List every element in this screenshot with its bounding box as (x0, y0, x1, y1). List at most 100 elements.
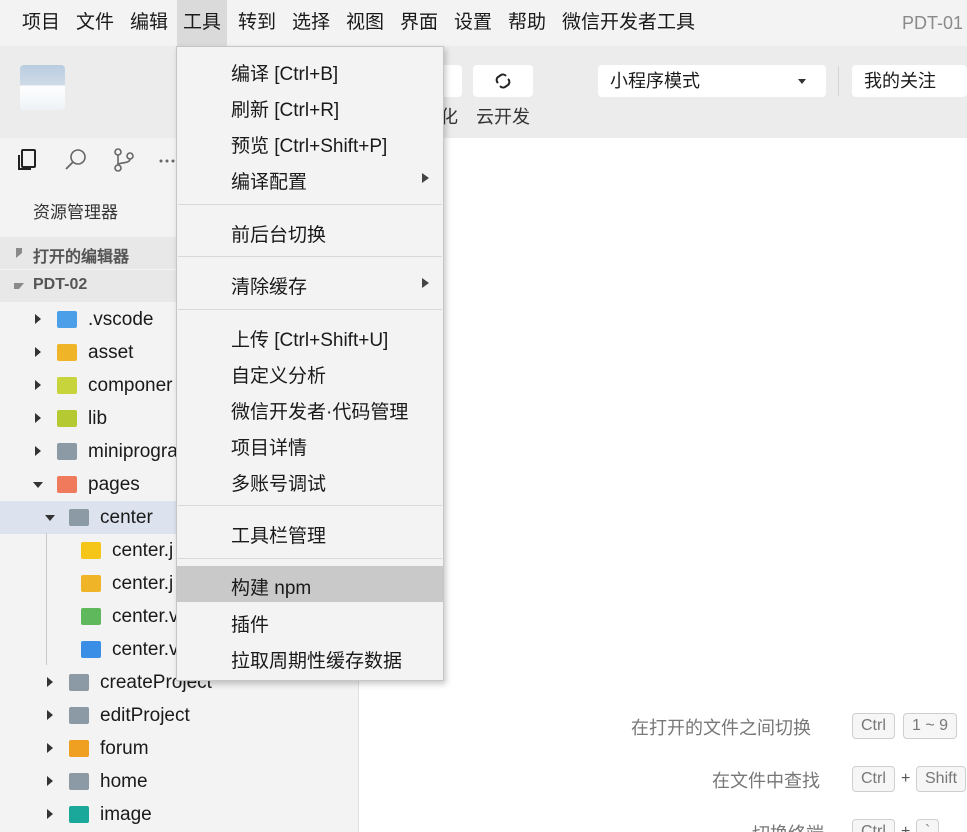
menu-item-fetch-periodic-cache[interactable]: 拉取周期性缓存数据 (177, 639, 443, 675)
app-title: PDT-01 (901, 13, 963, 33)
menu-item-project-details[interactable]: 项目详情 (177, 426, 443, 462)
menu-wechat-devtools[interactable]: 微信开发者工具 (556, 0, 701, 46)
menu-settings[interactable]: 设置 (448, 0, 498, 46)
menu-interface[interactable]: 界面 (394, 0, 444, 46)
menu-item-build-npm[interactable]: 构建 npm (177, 566, 443, 602)
menu-project[interactable]: 项目 (16, 0, 66, 46)
more-icon[interactable] (156, 146, 176, 174)
folder-icon (57, 443, 77, 460)
chevron-right-icon (16, 248, 22, 258)
avatar[interactable] (20, 65, 65, 110)
kbd-plus: + (901, 823, 911, 832)
menu-item-label: 预览 [Ctrl+Shift+P] (231, 136, 388, 157)
menu-item-label: 微信开发者·代码管理 (231, 402, 409, 423)
tree-item-label: image (100, 804, 152, 825)
menu-item-foreground-background[interactable]: 前后台切换 (177, 213, 443, 249)
menu-item-refresh[interactable]: 刷新 [Ctrl+R] (177, 88, 443, 124)
kbd-key: Shift (916, 766, 967, 792)
folder-icon (69, 707, 89, 724)
menu-item-label: 多账号调试 (231, 474, 327, 495)
menu-tools[interactable]: 工具 (177, 0, 228, 46)
mode-select-value: 小程序模式 (610, 71, 700, 91)
menu-separator (178, 558, 442, 559)
menu-file[interactable]: 文件 (70, 0, 120, 46)
chevron-right-icon (47, 809, 53, 819)
menu-goto[interactable]: 转到 (232, 0, 282, 46)
menu-item-multi-account-debug[interactable]: 多账号调试 (177, 462, 443, 498)
chevron-down-icon (45, 515, 55, 521)
chevron-right-icon (47, 743, 53, 753)
kbd-plus: + (901, 770, 911, 787)
follow-select-value: 我的关注 (864, 71, 936, 91)
follow-select[interactable]: 我的关注 (852, 65, 967, 97)
files-icon[interactable] (14, 146, 42, 174)
cloud-link-button[interactable] (473, 65, 533, 97)
menu-item-label: 自定义分析 (231, 366, 327, 387)
chevron-right-icon (35, 413, 41, 423)
menu-item-toolbar-management[interactable]: 工具栏管理 (177, 514, 443, 550)
tree-item-label: center.j (112, 573, 174, 594)
menu-item-label: 编译配置 (231, 172, 308, 193)
search-icon[interactable] (62, 146, 90, 174)
tree-item-label: forum (100, 738, 149, 759)
tree-item-home[interactable]: home (0, 765, 358, 798)
menu-item-clear-cache[interactable]: 清除缓存 (177, 265, 443, 301)
menu-item-compile[interactable]: 编译 [Ctrl+B] (177, 52, 443, 88)
hint-switch-files: 在打开的文件之间切换 (631, 718, 811, 738)
folder-icon (69, 674, 89, 691)
menu-item-custom-analysis[interactable]: 自定义分析 (177, 354, 443, 390)
menu-item-label: 上传 [Ctrl+Shift+U] (231, 330, 389, 351)
menu-item-preview[interactable]: 预览 [Ctrl+Shift+P] (177, 124, 443, 160)
tree-item-label: miniprogra (88, 441, 178, 462)
link-icon (495, 73, 511, 89)
chevron-right-icon (47, 710, 53, 720)
chevron-down-icon (798, 79, 806, 84)
menu-edit[interactable]: 编辑 (124, 0, 174, 46)
folder-open-icon (69, 509, 89, 526)
tree-item-label: lib (88, 408, 108, 429)
hint-toggle-terminal: 切换终端 (752, 820, 824, 832)
menu-item-label: 前后台切换 (231, 225, 327, 246)
menu-separator (178, 309, 442, 310)
menu-separator (178, 256, 442, 257)
tree-item-label: center.v (112, 639, 179, 660)
chevron-right-icon (35, 446, 41, 456)
submenu-arrow-icon (422, 278, 429, 288)
menu-item-plugins[interactable]: 插件 (177, 603, 443, 639)
hint-find-in-files: 在文件中查找 (712, 771, 820, 791)
menu-select[interactable]: 选择 (286, 0, 336, 46)
menu-item-label: 构建 npm (231, 578, 312, 599)
json-file-icon (81, 575, 101, 592)
forum-folder-icon (69, 740, 89, 757)
menu-item-label: 工具栏管理 (231, 526, 327, 547)
menu-item-label: 项目详情 (231, 438, 308, 459)
menu-item-upload[interactable]: 上传 [Ctrl+Shift+U] (177, 318, 443, 354)
mode-select[interactable]: 小程序模式 (598, 65, 826, 97)
folder-icon (69, 773, 89, 790)
tree-item-forum[interactable]: forum (0, 732, 358, 765)
menu-item-label: 编译 [Ctrl+B] (231, 64, 339, 85)
kbd-key: 1 ~ 9 (903, 713, 958, 739)
tree-item-editproject[interactable]: editProject (0, 699, 358, 732)
kbd-key: Ctrl (852, 713, 895, 739)
menu-help[interactable]: 帮助 (502, 0, 552, 46)
source-control-icon[interactable] (110, 146, 138, 174)
menu-item-label: 拉取周期性缓存数据 (231, 651, 403, 672)
explorer-title: 资源管理器 (33, 203, 118, 222)
kbd-key: Ctrl (852, 766, 895, 792)
submenu-arrow-icon (422, 173, 429, 183)
tree-item-label: editProject (100, 705, 190, 726)
chevron-right-icon (47, 677, 53, 687)
menu-separator (178, 505, 442, 506)
tools-dropdown-menu: 编译 [Ctrl+B] 刷新 [Ctrl+R] 预览 [Ctrl+Shift+P… (176, 46, 444, 681)
menu-item-compile-config[interactable]: 编译配置 (177, 160, 443, 196)
tree-item-image[interactable]: image (0, 798, 358, 831)
menu-view[interactable]: 视图 (340, 0, 390, 46)
kbd-key: Ctrl (852, 819, 895, 832)
tree-item-label: home (100, 771, 148, 792)
wechat-devtools-window: 项目 文件 编辑 工具 转到 选择 视图 界面 设置 帮助 微信开发者工具 PD… (0, 0, 967, 832)
tree-item-label: componer (88, 375, 173, 396)
menu-item-code-management[interactable]: 微信开发者·代码管理 (177, 390, 443, 426)
vscode-folder-icon (57, 311, 77, 328)
tree-item-label: .vscode (88, 309, 154, 330)
